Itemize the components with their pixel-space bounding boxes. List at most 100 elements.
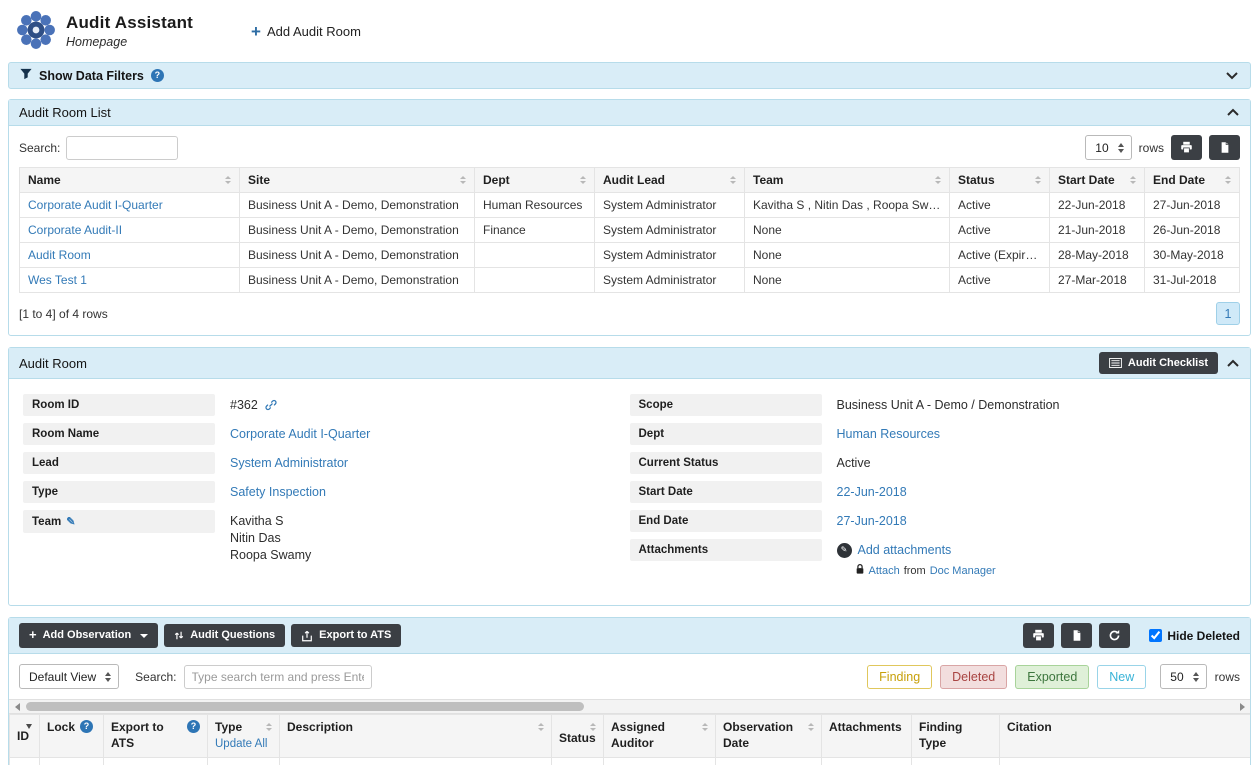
add-attachments-link[interactable]: Add attachments — [858, 542, 952, 559]
room-link[interactable]: Wes Test 1 — [28, 273, 87, 287]
doc-manager-link[interactable]: Doc Manager — [930, 564, 996, 579]
permalink-icon[interactable] — [265, 400, 277, 414]
update-all-link[interactable]: Update All — [215, 737, 272, 752]
page-size-select[interactable]: 10 — [1085, 135, 1132, 160]
team-member: Kavitha S — [230, 514, 284, 529]
add-observation-button[interactable]: + Add Observation — [19, 623, 159, 648]
audit-room-table: Name Site Dept Audit Lead Team Status St… — [19, 167, 1240, 293]
observations-table-wrap: ID Lock? Export to ATS? Type Update All … — [9, 714, 1250, 765]
start-date-link[interactable]: 22-Jun-2018 — [837, 485, 907, 499]
col-header-end-date[interactable]: End Date — [1144, 167, 1240, 193]
cell-start-date: 28-May-2018 — [1049, 242, 1145, 268]
lead-link[interactable]: System Administrator — [230, 456, 348, 470]
col-header-status[interactable]: Status — [949, 167, 1050, 193]
sort-icon — [1130, 176, 1136, 184]
col-header-attachments[interactable]: Attachments — [821, 714, 912, 758]
scrollbar-thumb[interactable] — [26, 702, 584, 712]
col-header-id[interactable]: ID — [9, 714, 40, 758]
exported-filter-button[interactable]: Exported — [1015, 664, 1090, 689]
status-filter-chips: Finding Deleted Exported New 50 rows — [867, 664, 1240, 690]
col-header-team[interactable]: Team — [744, 167, 950, 193]
export-file-button[interactable] — [1209, 135, 1240, 160]
team-member: Roopa Swamy — [230, 548, 312, 563]
field-lead: Lead System Administrator — [23, 452, 630, 475]
dept-value: Human Resources — [837, 423, 941, 443]
search-label: Search: — [19, 140, 61, 155]
col-header-citation[interactable]: Citation — [999, 714, 1250, 758]
col-header-dept[interactable]: Dept — [474, 167, 595, 193]
export-observations-file-button[interactable] — [1061, 623, 1093, 649]
room-link[interactable]: Corporate Audit-II — [28, 223, 122, 237]
field-start-date: Start Date 22-Jun-2018 — [629, 481, 1237, 504]
help-icon[interactable]: ? — [187, 720, 200, 734]
table-header-row: Name Site Dept Audit Lead Team Status St… — [19, 167, 1240, 193]
room-list-search-input[interactable] — [66, 135, 179, 160]
audit-room-collapse-chevron[interactable] — [1226, 356, 1240, 371]
observations-page-size-value: 50 — [1170, 669, 1184, 684]
pagination-page-1-button[interactable]: 1 — [1216, 302, 1240, 325]
cell-dept — [474, 267, 595, 293]
room-list-collapse-chevron[interactable] — [1226, 105, 1240, 120]
hide-deleted-checkbox[interactable] — [1149, 629, 1163, 643]
audit-room-header[interactable]: Audit Room Audit Checklist — [9, 348, 1250, 380]
room-link[interactable]: Corporate Audit I-Quarter — [28, 198, 163, 212]
col-header-audit-lead[interactable]: Audit Lead — [594, 167, 745, 193]
table-row: Corporate Audit I-Quarter Business Unit … — [19, 192, 1240, 218]
col-header-export-to-ats[interactable]: Export to ATS? — [103, 714, 208, 758]
hide-deleted-toggle[interactable]: Hide Deleted — [1149, 629, 1240, 643]
deleted-filter-button[interactable]: Deleted — [940, 664, 1008, 689]
cell-status: Active — [949, 192, 1050, 218]
col-header-lock[interactable]: Lock? — [39, 714, 104, 758]
app-header: Audit Assistant Homepage + Add Audit Roo… — [0, 0, 1259, 62]
col-header-status[interactable]: Status — [551, 714, 604, 758]
type-link[interactable]: Safety Inspection — [230, 485, 326, 499]
audit-checklist-button[interactable]: Audit Checklist — [1098, 352, 1218, 375]
observations-search-input[interactable] — [183, 664, 372, 689]
hide-deleted-label: Hide Deleted — [1167, 628, 1240, 643]
show-data-filters-bar[interactable]: Show Data Filters ? — [8, 62, 1251, 89]
audit-room-list-header[interactable]: Audit Room List — [9, 100, 1250, 126]
col-header-start-date[interactable]: Start Date — [1049, 167, 1145, 193]
room-link[interactable]: Audit Room — [28, 248, 91, 262]
edit-team-pencil-icon[interactable]: ✎ — [66, 515, 75, 528]
add-audit-room-link[interactable]: + Add Audit Room — [251, 23, 361, 40]
edit-circle-icon[interactable]: ✎ — [836, 543, 852, 559]
field-attachments: Attachments ✎ Add attachments Attach fro… — [629, 539, 1237, 580]
print-observations-button[interactable] — [1023, 623, 1055, 649]
print-button[interactable] — [1171, 135, 1202, 160]
observations-toolbar: + Add Observation Audit Questions Export… — [9, 618, 1250, 655]
view-select[interactable]: Default View — [19, 664, 120, 690]
attach-link[interactable]: Attach — [869, 564, 900, 579]
col-header-observation-date[interactable]: Observation Date — [715, 714, 822, 758]
audit-questions-button[interactable]: Audit Questions — [164, 624, 286, 647]
col-header-type[interactable]: Type Update All — [207, 714, 280, 758]
export-to-ats-button[interactable]: Export to ATS — [291, 624, 402, 647]
help-icon[interactable]: ? — [80, 720, 94, 734]
new-filter-button[interactable]: New — [1097, 664, 1147, 689]
filters-collapse-chevron[interactable] — [1225, 69, 1239, 83]
finding-filter-button[interactable]: Finding — [867, 664, 933, 689]
help-icon[interactable]: ? — [150, 69, 164, 82]
col-header-assigned-auditor[interactable]: Assigned Auditor — [603, 714, 716, 758]
col-header-name[interactable]: Name — [19, 167, 240, 193]
field-dept: Dept Human Resources — [629, 423, 1237, 446]
lock-icon — [855, 563, 865, 580]
cell-dept: Human Resources — [474, 192, 595, 218]
end-date-link[interactable]: 27-Jun-2018 — [837, 514, 907, 528]
observations-page-size-select[interactable]: 50 — [1160, 664, 1207, 690]
audit-room-body: Room ID #362 Room Name Corporate Audit I… — [9, 379, 1250, 605]
cell-audit-lead: System Administrator — [594, 267, 745, 293]
col-header-description[interactable]: Description — [279, 714, 552, 758]
dept-link[interactable]: Human Resources — [837, 427, 941, 441]
refresh-button[interactable] — [1099, 623, 1131, 649]
sort-icon — [1225, 176, 1231, 184]
col-header-site[interactable]: Site — [239, 167, 475, 193]
audit-room-list-title: Audit Room List — [19, 105, 111, 120]
room-name-link[interactable]: Corporate Audit I-Quarter — [230, 427, 370, 441]
col-header-finding-type[interactable]: Finding Type — [911, 714, 1000, 758]
scroll-right-arrow[interactable] — [1234, 700, 1250, 713]
audit-room-right-column: Scope Business Unit A - Demo / Demonstra… — [629, 394, 1237, 587]
cell-start-date: 22-Jun-2018 — [1049, 192, 1145, 218]
horizontal-scrollbar[interactable] — [9, 699, 1250, 715]
scroll-left-arrow[interactable] — [9, 700, 25, 713]
